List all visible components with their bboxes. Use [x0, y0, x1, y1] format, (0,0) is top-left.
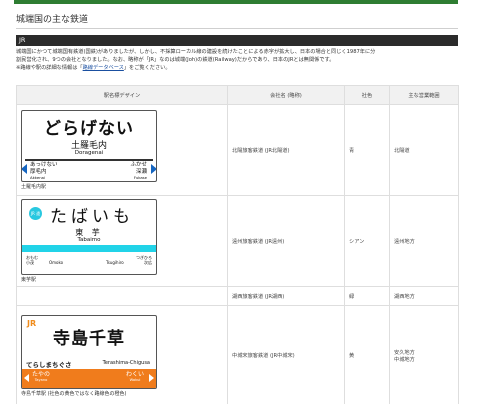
- header-service-area: 主な営業範囲: [389, 85, 459, 105]
- sign-divider: [25, 159, 153, 161]
- header-company-color: 社色: [344, 85, 390, 105]
- prev-station-kanji: 小茂: [26, 260, 34, 265]
- prev-station-roman: Tayano: [34, 377, 48, 382]
- sign-caption: 土羅毛内駅: [21, 184, 47, 190]
- sign-cell: JR 遠州 たばいも 東 芋 Tabaimo おもむ 小茂 Omoko Tsug…: [16, 195, 228, 287]
- company-name-cell: 遠州旅客鉄道 (JR遠州): [227, 195, 345, 287]
- sign-prev-station: たやの Tayano: [32, 371, 50, 383]
- service-area-cell: 安久地方 中城地方: [389, 305, 459, 404]
- sign-next-station: わくい Wakui: [126, 371, 144, 383]
- sign-prev-station: おもむ 小茂: [26, 255, 38, 265]
- company-name-cell: 北陽旅客鉄道 (JR北陽道): [227, 104, 345, 196]
- page-title: 城端国の主な鉄道: [16, 15, 89, 25]
- table-row: JR 寺島千草 てらしまちぐさ Terashima-Chigusa たやの Ta…: [16, 305, 459, 404]
- table-header-row: 駅名標デザイン 会社名 (略称) 社色 主な営業範囲: [16, 85, 459, 105]
- sign-caption: 寺島千草駅 (社色の黄色ではなく路線色の橙色): [21, 390, 127, 397]
- next-station-roman: Wakui: [129, 377, 141, 382]
- prev-station-kana: あっけない: [30, 162, 58, 168]
- table-row: 湖西旅客鉄道 (JR湖西) 緑 湖西地方: [16, 286, 459, 306]
- sign-cell: どらげない 土羅毛内 Doragenai あっけない 厚毛内 Akkenai ふ…: [16, 104, 228, 196]
- company-name-cell: 中城宋旅客鉄道 (JR中城宋): [227, 305, 345, 404]
- header-company-name: 会社名 (略称): [227, 85, 345, 105]
- service-area-cell: 遠州地方: [389, 195, 459, 287]
- railway-company-table: 駅名標デザイン 会社名 (略称) 社色 主な営業範囲 どらげない 土羅毛内 Do…: [16, 85, 459, 404]
- intro-note-suffix: 」をご覧ください。: [123, 65, 171, 71]
- line-badge-icon: JR 遠州: [29, 207, 42, 229]
- prev-station-roman: Omoko: [49, 260, 64, 265]
- arrow-right-icon: [149, 373, 154, 382]
- sign-station-name-roman: Doragenai: [74, 150, 104, 156]
- arrow-left-icon: [24, 373, 29, 382]
- company-color-cell: 青: [344, 104, 390, 196]
- section-heading-jr: JR: [16, 35, 458, 46]
- intro-line-2: 割民営化され、9つの会社となりました。なお、略称が「JR」なのは城端(Joh)の…: [16, 57, 335, 63]
- sign-station-name-kana: てらしまちぐさ: [26, 360, 72, 369]
- header-sign-design: 駅名標デザイン: [16, 85, 228, 105]
- sign-next-station: つぎひろ 次広: [136, 255, 152, 265]
- service-area-cell: 湖西地方: [389, 286, 459, 306]
- company-color-cell: シアン: [344, 195, 390, 287]
- sign-cell: [16, 286, 228, 306]
- sign-prev-station: あっけない 厚毛内 Akkenai: [30, 162, 58, 181]
- next-station-kanji: 次広: [144, 260, 152, 265]
- prev-station-roman: Akkenai: [30, 175, 45, 180]
- service-area-cell: 北陽道: [389, 104, 459, 196]
- arrow-left-icon: [22, 164, 27, 174]
- arrow-right-icon: [151, 164, 156, 174]
- station-sign-terashima-chigusa: JR 寺島千草 てらしまちぐさ Terashima-Chigusa たやの Ta…: [21, 314, 157, 389]
- next-station-roman: Tsugihiro: [106, 260, 124, 265]
- sign-station-name-kana: どらげない: [44, 119, 134, 139]
- top-accent-bar: [14, 0, 458, 4]
- service-area-line: 安久地方: [394, 349, 415, 356]
- title-divider: [16, 28, 458, 29]
- sign-station-name-kana: たばいも: [50, 207, 134, 227]
- company-color-cell: 黄: [344, 305, 390, 404]
- sign-station-name-kanji: 寺島千草: [53, 328, 125, 349]
- service-area-line: 中城地方: [394, 356, 415, 363]
- next-station-roman: Fukase: [133, 175, 147, 180]
- sign-station-name-roman: Terashima-Chigusa: [102, 359, 150, 366]
- intro-line-3: ※路線や駅の詳細な情報は「路線データベース」をご覧ください。: [16, 64, 458, 72]
- line-color-band: たやの Tayano わくい Wakui: [22, 368, 156, 388]
- station-sign-tabaimo: JR 遠州 たばいも 東 芋 Tabaimo おもむ 小茂 Omoko Tsug…: [21, 199, 157, 275]
- intro-line-1: 城端国にかつて城端国有鉄道(国鉄)がありましたが、しかし、不採算ローカル線の建設…: [16, 49, 376, 55]
- line-color-band: [22, 245, 156, 252]
- intro-paragraph: 城端国にかつて城端国有鉄道(国鉄)がありましたが、しかし、不採算ローカル線の建設…: [16, 48, 458, 72]
- intro-note-prefix: ※路線や駅の詳細な情報は「: [16, 65, 83, 71]
- prev-station-kana: たやの: [32, 370, 51, 378]
- table-row: どらげない 土羅毛内 Doragenai あっけない 厚毛内 Akkenai ふ…: [16, 104, 459, 196]
- sign-cell: JR 寺島千草 てらしまちぐさ Terashima-Chigusa たやの Ta…: [16, 305, 228, 404]
- sign-station-name-roman: Tabaimo: [77, 237, 101, 243]
- station-sign-doragenai: どらげない 土羅毛内 Doragenai あっけない 厚毛内 Akkenai ふ…: [21, 110, 157, 182]
- sign-caption: 東芋駅: [21, 277, 37, 283]
- route-database-link[interactable]: 路線データベース: [83, 65, 124, 71]
- next-station-kana: ふかせ: [130, 162, 147, 168]
- sign-next-station: ふかせ 深瀬 Fukase: [130, 162, 147, 181]
- next-station-kana: わくい: [125, 370, 144, 378]
- company-name-cell: 湖西旅客鉄道 (JR湖西): [227, 286, 345, 306]
- table-row: JR 遠州 たばいも 東 芋 Tabaimo おもむ 小茂 Omoko Tsug…: [16, 195, 459, 287]
- company-color-cell: 緑: [344, 286, 390, 306]
